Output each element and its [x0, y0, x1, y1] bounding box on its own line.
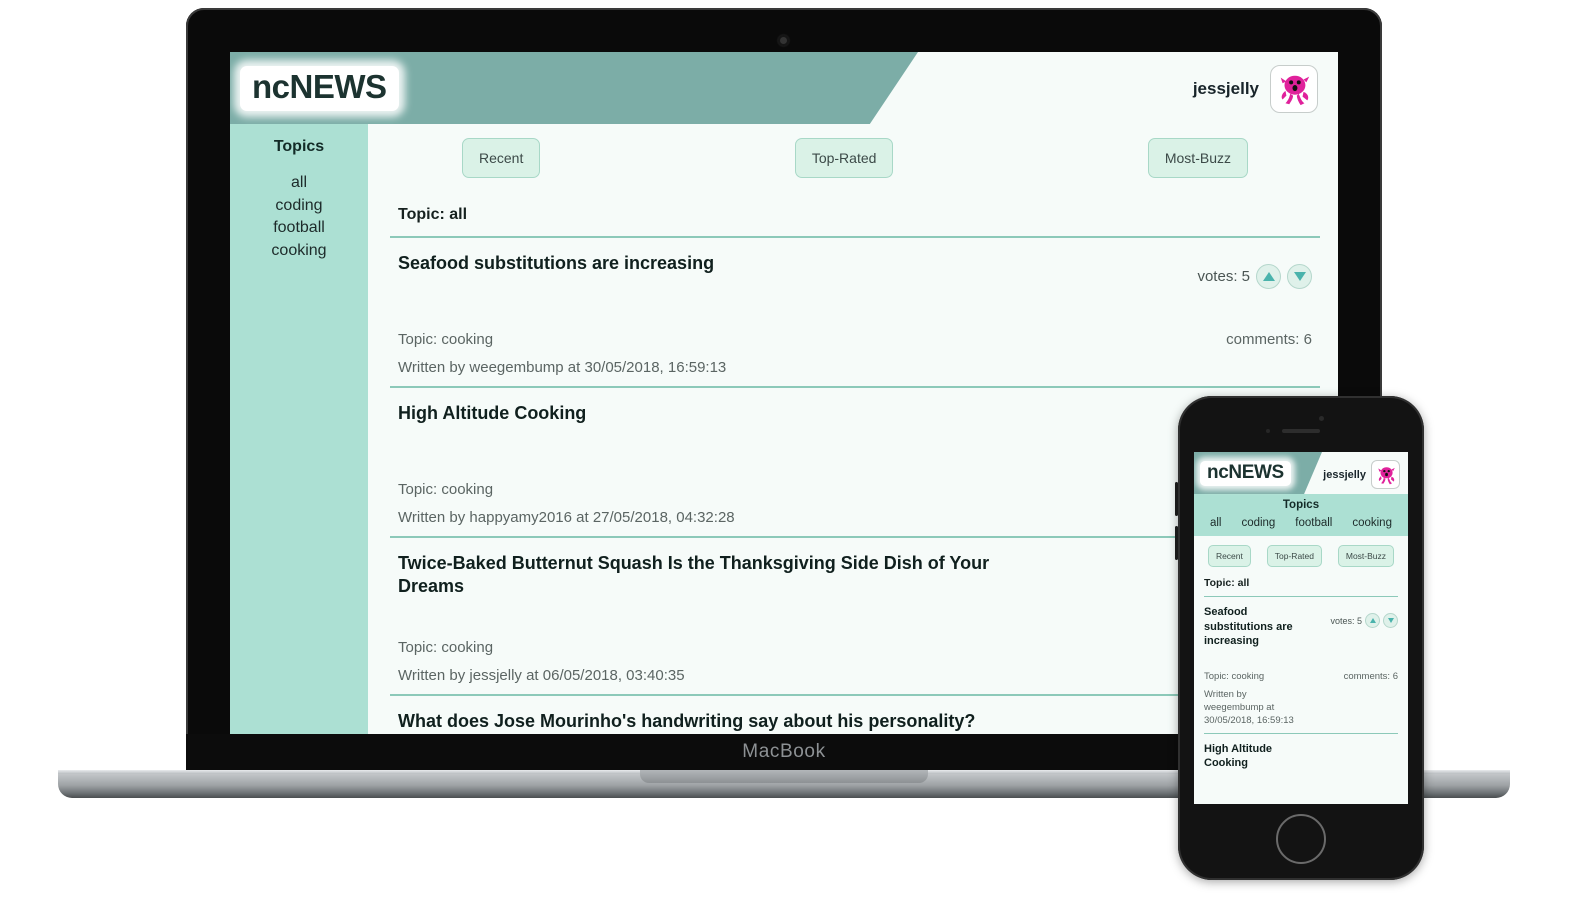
current-topic-heading: Topic: all — [398, 206, 468, 223]
article-title[interactable]: What does Jose Mourinho's handwriting sa… — [398, 710, 975, 733]
ncnews-mobile-app: ncNEWS jessjelly Topics all coding footb… — [1194, 452, 1408, 804]
mobile-article-comments: comments: 6 — [1343, 670, 1398, 682]
sort-most-buzz-button[interactable]: Most-Buzz — [1147, 138, 1248, 178]
mobile-topics-title: Topics — [1282, 499, 1320, 511]
mobile-topic-football[interactable]: football — [1295, 517, 1332, 529]
article-author: Written by weegembump at 30/05/2018, 16:… — [398, 359, 727, 376]
mobile-topic-coding[interactable]: coding — [1241, 517, 1275, 529]
article-title[interactable]: Seafood substitutions are increasing — [398, 252, 714, 275]
mobile-article-title[interactable]: Seafood substitutions are increasing — [1204, 605, 1299, 649]
screenshot-stage: ncNEWS jessjelly Topics all coding footb… — [0, 0, 1584, 908]
downvote-icon[interactable] — [1287, 264, 1312, 289]
article-comments: comments: 6 — [1226, 331, 1312, 348]
sidebar-item-coding[interactable]: coding — [230, 195, 368, 218]
mobile-topic-all[interactable]: all — [1210, 517, 1222, 529]
article-topic: Topic: cooking — [398, 331, 494, 348]
jelly-monster-avatar[interactable] — [1270, 65, 1318, 113]
article-topic: Topic: cooking — [398, 481, 494, 498]
laptop-hinge-notch — [640, 770, 928, 783]
sidebar-item-all[interactable]: all — [230, 172, 368, 195]
mobile-topic-cooking[interactable]: cooking — [1352, 517, 1392, 529]
sidebar-item-cooking[interactable]: cooking — [230, 240, 368, 263]
app-header: ncNEWS jessjelly — [230, 52, 1338, 124]
mobile-sort-most-buzz-button[interactable]: Most-Buzz — [1337, 545, 1395, 567]
article-topic: Topic: cooking — [398, 639, 494, 656]
phone-screen: ncNEWS jessjelly Topics all coding footb… — [1194, 452, 1408, 804]
sort-button-bar: Recent Top-Rated Most-Buzz — [390, 124, 1320, 178]
mobile-sort-top-rated-button[interactable]: Top-Rated — [1266, 545, 1322, 567]
mobile-article-item[interactable]: Seafood substitutions are increasing vot… — [1204, 596, 1398, 733]
mobile-sort-recent-button[interactable]: Recent — [1207, 545, 1251, 567]
upvote-icon[interactable] — [1256, 264, 1281, 289]
sort-recent-button[interactable]: Recent — [462, 138, 541, 178]
mobile-article-list: Seafood substitutions are increasing vot… — [1204, 596, 1398, 777]
upvote-icon[interactable] — [1365, 613, 1380, 628]
ncnews-desktop-app: ncNEWS jessjelly Topics all coding footb… — [230, 52, 1338, 742]
article-title[interactable]: Twice-Baked Butternut Squash Is the Than… — [398, 552, 1038, 597]
macbook-wordmark: MacBook — [742, 741, 826, 762]
phone-proximity-sensor — [1266, 429, 1270, 433]
mobile-sort-button-bar: Recent Top-Rated Most-Buzz — [1194, 536, 1408, 567]
article-item[interactable]: Seafood substitutions are increasing vot… — [390, 236, 1320, 386]
votes-count: votes: 5 — [1197, 268, 1250, 285]
sidebar-item-football[interactable]: football — [230, 217, 368, 240]
username-label: jessjelly — [1192, 79, 1259, 98]
sort-top-rated-button[interactable]: Top-Rated — [794, 138, 894, 178]
mobile-user-area[interactable]: jessjelly — [1323, 460, 1400, 489]
brand-logo[interactable]: ncNEWS — [240, 66, 399, 111]
iphone-device: ncNEWS jessjelly Topics all coding footb… — [1175, 396, 1424, 880]
phone-home-button[interactable] — [1276, 814, 1326, 864]
mobile-topics-bar: Topics all coding football cooking — [1194, 494, 1408, 536]
article-title[interactable]: High Altitude Cooking — [398, 402, 586, 425]
mobile-current-topic-heading: Topic: all — [1204, 577, 1250, 589]
app-body: Topics all coding football cooking Recen… — [230, 124, 1338, 742]
mobile-username-label: jessjelly — [1323, 468, 1366, 481]
downvote-icon[interactable] — [1383, 613, 1398, 628]
mobile-article-topic: Topic: cooking — [1204, 670, 1265, 682]
mobile-app-header: ncNEWS jessjelly — [1194, 452, 1408, 494]
topics-sidebar: Topics all coding football cooking — [230, 124, 368, 742]
mobile-article-author: Written by weegembump at 30/05/2018, 16:… — [1204, 688, 1294, 726]
phone-earpiece-speaker — [1282, 429, 1320, 433]
phone-front-camera-icon — [1319, 416, 1324, 421]
mobile-vote-control: votes: 5 — [1330, 605, 1398, 628]
phone-volume-down-button[interactable] — [1175, 526, 1178, 560]
vote-control: votes: 5 — [1197, 252, 1312, 289]
mobile-votes-count: votes: 5 — [1330, 615, 1362, 626]
mobile-brand-logo[interactable]: ncNEWS — [1200, 461, 1291, 486]
laptop-screen: ncNEWS jessjelly Topics all coding footb… — [230, 52, 1338, 742]
mobile-article-title[interactable]: High Altitude Cooking — [1204, 742, 1299, 771]
jelly-monster-avatar[interactable] — [1371, 460, 1400, 489]
user-area[interactable]: jessjelly — [1193, 65, 1318, 113]
mobile-article-item[interactable]: High Altitude Cooking — [1204, 732, 1398, 777]
article-author: Written by jessjelly at 06/05/2018, 03:4… — [398, 667, 685, 684]
sidebar-title: Topics — [273, 138, 325, 155]
phone-volume-up-button[interactable] — [1175, 482, 1178, 516]
webcam-icon — [780, 37, 787, 44]
